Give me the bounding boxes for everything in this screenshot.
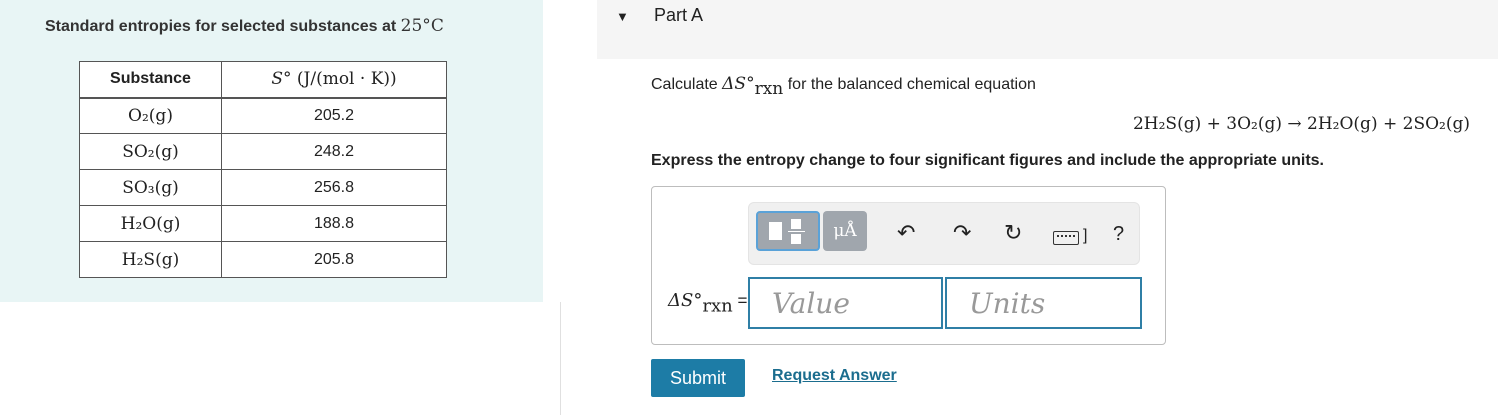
substance-cell: SO₃(g) [79,169,222,206]
delta-s-text: ΔS° [722,74,755,94]
entropy-cell: 188.8 [221,205,447,242]
keyboard-bracket-icon: ] [1083,227,1088,244]
entropy-cell: 205.8 [221,241,447,278]
redo-icon[interactable]: ↷ [953,222,971,244]
substance-cell: H₂S(g) [79,241,222,278]
request-answer-link[interactable]: Request Answer [772,367,897,385]
entropy-table: Substance S° (J/(mol · K)) O₂(g) 205.2 S… [79,61,447,278]
panel-title: Standard entropies for selected substanc… [45,16,444,36]
substance-cell: O₂(g) [79,97,222,134]
entropy-data-panel: Standard entropies for selected substanc… [0,0,543,302]
panel-title-text: Standard entropies for selected substanc… [45,18,397,35]
template-numerator-icon [791,219,801,229]
answer-label: ΔS°rxn = [668,290,747,316]
keyboard-icon[interactable] [1053,231,1079,245]
table-row: SO₃(g) 256.8 [79,169,447,206]
header-entropy: S° (J/(mol · K)) [221,61,447,98]
part-title[interactable]: Part A [654,5,703,26]
entropy-cell: 256.8 [221,169,447,206]
header-substance: Substance [79,61,222,98]
entropy-cell: 248.2 [221,133,447,170]
substance-cell: H₂O(g) [79,205,222,242]
header-entropy-symbol: S° [271,69,292,90]
prompt-suffix: for the balanced chemical equation [787,76,1036,93]
help-icon[interactable]: ? [1113,223,1124,245]
math-toolbar: μÅ ↶ ↷ ↻ ] ? [748,202,1140,265]
value-input[interactable] [748,277,943,329]
panel-title-temp: 25° [400,16,431,36]
substance-cell: SO₂(g) [79,133,222,170]
table-row: O₂(g) 205.2 [79,97,447,134]
answer-delta-symbol: ΔS° [668,290,703,311]
question-prompt: Calculate ΔS°rxn for the balanced chemic… [651,74,1036,99]
template-denominator-icon [791,234,801,244]
prompt-prefix: Calculate [651,76,718,93]
answer-rxn-subscript: rxn [702,295,733,317]
rxn-subscript: rxn [754,79,784,100]
table-header-row: Substance S° (J/(mol · K)) [79,61,447,98]
panel-divider [560,302,561,415]
undo-icon[interactable]: ↶ [897,222,915,244]
equals-sign: = [737,291,748,310]
collapse-triangle-icon[interactable]: ▼ [616,9,629,24]
table-row: H₂S(g) 205.8 [79,241,447,278]
table-row: SO₂(g) 248.2 [79,133,447,170]
template-fraction-bar-icon [788,231,805,232]
header-entropy-unit: (J/(mol · K)) [296,69,397,90]
part-header[interactable] [597,0,1498,59]
panel-title-unit: C [430,16,444,36]
template-block-icon [769,222,782,240]
delta-s-symbol: ΔS°rxn [722,74,783,99]
entropy-cell: 205.2 [221,97,447,134]
instruction-text: Express the entropy change to four signi… [651,152,1324,169]
table-row: H₂O(g) 188.8 [79,205,447,242]
units-button[interactable]: μÅ [823,211,867,251]
submit-button[interactable]: Submit [651,359,745,397]
templates-button[interactable] [756,211,820,251]
chemical-equation: 2H₂S(g) + 3O₂(g) → 2H₂O(g) + 2SO₂(g) [1132,114,1470,134]
reset-icon[interactable]: ↻ [1004,222,1022,244]
units-input[interactable] [945,277,1142,329]
